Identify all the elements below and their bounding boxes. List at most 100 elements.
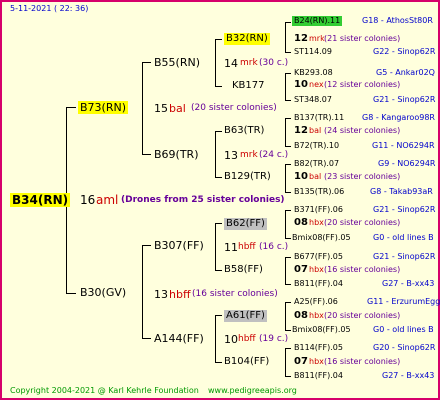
gen1-b30-code: hbff: [169, 288, 191, 301]
queen-st348[interactable]: ST348.07: [294, 96, 332, 104]
queen-b129[interactable]: B129(TR): [224, 172, 271, 182]
queen-b82[interactable]: B82(TR).07: [294, 160, 339, 168]
gen4-bmix08-b-info: G0 - old lines B: [373, 325, 434, 334]
queen-kb177[interactable]: KB177: [232, 81, 265, 91]
queen-a25[interactable]: A25(FF).06: [294, 298, 338, 306]
queen-b62[interactable]: B62(FF): [224, 218, 267, 230]
link-line: [142, 245, 151, 246]
queen-b811-b[interactable]: B811(FF).04: [294, 372, 343, 380]
footer-copyright: Copyright 2004-2021 @ Karl Kehrle Founda…: [10, 386, 199, 395]
gen2-b55-code: mrk: [240, 58, 258, 68]
gen1-b73-gen: 15: [154, 102, 168, 115]
link-line: [285, 302, 291, 303]
link-line: [285, 238, 291, 239]
queen-b55[interactable]: B55(RN): [154, 57, 200, 68]
link-line: [285, 257, 291, 258]
link-line: [285, 52, 291, 53]
queen-b63[interactable]: B63(TR): [224, 126, 264, 136]
root-queen[interactable]: B34(RN): [10, 193, 71, 207]
link-line: [66, 107, 76, 108]
gen4-b137-info: G8 - Kangaroo98R: [362, 113, 435, 122]
gen4-b811-a-info: G27 - B-xx43: [382, 279, 435, 288]
gen2-b55-gen: 14: [224, 57, 238, 70]
queen-st114[interactable]: ST114.09: [294, 48, 332, 56]
queen-b677[interactable]: B677(FF).05: [294, 253, 343, 261]
queen-b58[interactable]: B58(FF): [224, 265, 263, 275]
gen3-a61-gen: 08: [294, 310, 308, 321]
gen2-b55-note: (30 c.): [259, 58, 289, 68]
link-line: [285, 330, 291, 331]
link-line: [142, 245, 143, 338]
gen1-b73-note: (20 sister colonies): [191, 103, 277, 113]
gen3-b104-note: (16 sister colonies): [324, 357, 401, 366]
gen4-b371-info: G21 - Sinop62R: [373, 205, 436, 214]
gen4-b24-info: G18 - AthosSt80R: [362, 16, 433, 25]
gen4-st348-info: G21 - Sinop62R: [373, 95, 436, 104]
link-line: [215, 39, 222, 40]
link-line: [285, 73, 291, 74]
link-line: [285, 100, 291, 101]
gen3-b63-note: (24 sister colonies): [324, 126, 401, 135]
queen-bmix08-b[interactable]: Bmix08(FF).05: [292, 326, 351, 334]
gen4-b135-info: G8 - Takab93aR: [370, 187, 433, 196]
queen-b371[interactable]: B371(FF).06: [294, 206, 343, 214]
queen-b114[interactable]: B114(FF).05: [294, 344, 343, 352]
queen-b32[interactable]: B32(RN): [224, 33, 270, 45]
queen-bmix08-a[interactable]: Bmix08(FF).05: [292, 234, 351, 242]
gen4-b811-b-info: G27 - B-xx43: [382, 371, 435, 380]
footer-site-link[interactable]: www.pedigreeapis.org: [208, 387, 297, 395]
gen4-b677-info: G21 - Sinop62R: [373, 252, 436, 261]
link-line: [285, 284, 291, 285]
gen2-b69-note: (24 c.): [259, 150, 289, 160]
link-line: [285, 146, 291, 147]
queen-a144[interactable]: A144(FF): [154, 333, 204, 344]
link-line: [215, 223, 222, 224]
gen3-kb177-note: (12 sister colonies): [324, 80, 401, 89]
date-header: 5-11-2021 ( 22: 36): [10, 4, 89, 13]
gen3-a61-code: hbx: [309, 311, 324, 320]
queen-b24[interactable]: B24(RN).11: [292, 16, 343, 26]
link-line: [142, 338, 151, 339]
queen-b73[interactable]: B73(RN): [78, 101, 128, 114]
gen2-b69-code: mrk: [240, 150, 258, 160]
queen-b137[interactable]: B137(TR).11: [294, 114, 344, 122]
link-line: [285, 118, 286, 146]
link-line: [285, 210, 291, 211]
gen3-b32-code: mrk: [309, 34, 325, 43]
link-line: [215, 315, 216, 362]
gen3-kb177-code: nex: [309, 80, 324, 89]
gen3-b63-gen: 12: [294, 125, 308, 136]
link-line: [285, 302, 286, 330]
gen2-b307-note: (16 c.): [259, 242, 289, 252]
gen3-b104-gen: 07: [294, 356, 308, 367]
link-line: [285, 164, 291, 165]
queen-b69[interactable]: B69(TR): [154, 149, 199, 160]
gen3-b63-code: bal: [309, 126, 322, 135]
link-line: [285, 376, 291, 377]
gen2-b69-gen: 13: [224, 149, 238, 162]
queen-a61[interactable]: A61(FF): [224, 310, 267, 322]
link-line: [285, 348, 286, 376]
link-line: [215, 270, 222, 271]
queen-b811-a[interactable]: B811(FF).04: [294, 280, 343, 288]
queen-kb293[interactable]: KB293.08: [294, 69, 333, 77]
gen3-b129-code: bal: [309, 172, 322, 181]
root-code: aml: [96, 193, 119, 207]
link-line: [285, 348, 291, 349]
queen-b104[interactable]: B104(FF): [224, 357, 269, 367]
queen-b307[interactable]: B307(FF): [154, 240, 204, 251]
link-line: [66, 293, 76, 294]
queen-b135[interactable]: B135(TR).06: [294, 188, 344, 196]
gen4-a25-info: G11 - ErzurumEgg8: [367, 297, 440, 306]
link-line: [285, 118, 291, 119]
queen-b30[interactable]: B30(GV): [80, 287, 126, 298]
link-line: [285, 22, 291, 23]
link-line: [215, 131, 222, 132]
gen3-b62-code: hbx: [309, 218, 324, 227]
link-line: [142, 62, 151, 63]
gen4-b82-info: G9 - NO6294R: [378, 159, 436, 168]
gen2-a144-note: (19 c.): [259, 334, 289, 344]
gen3-b62-gen: 08: [294, 217, 308, 228]
queen-b72[interactable]: B72(TR).10: [294, 142, 339, 150]
link-line: [215, 362, 222, 363]
